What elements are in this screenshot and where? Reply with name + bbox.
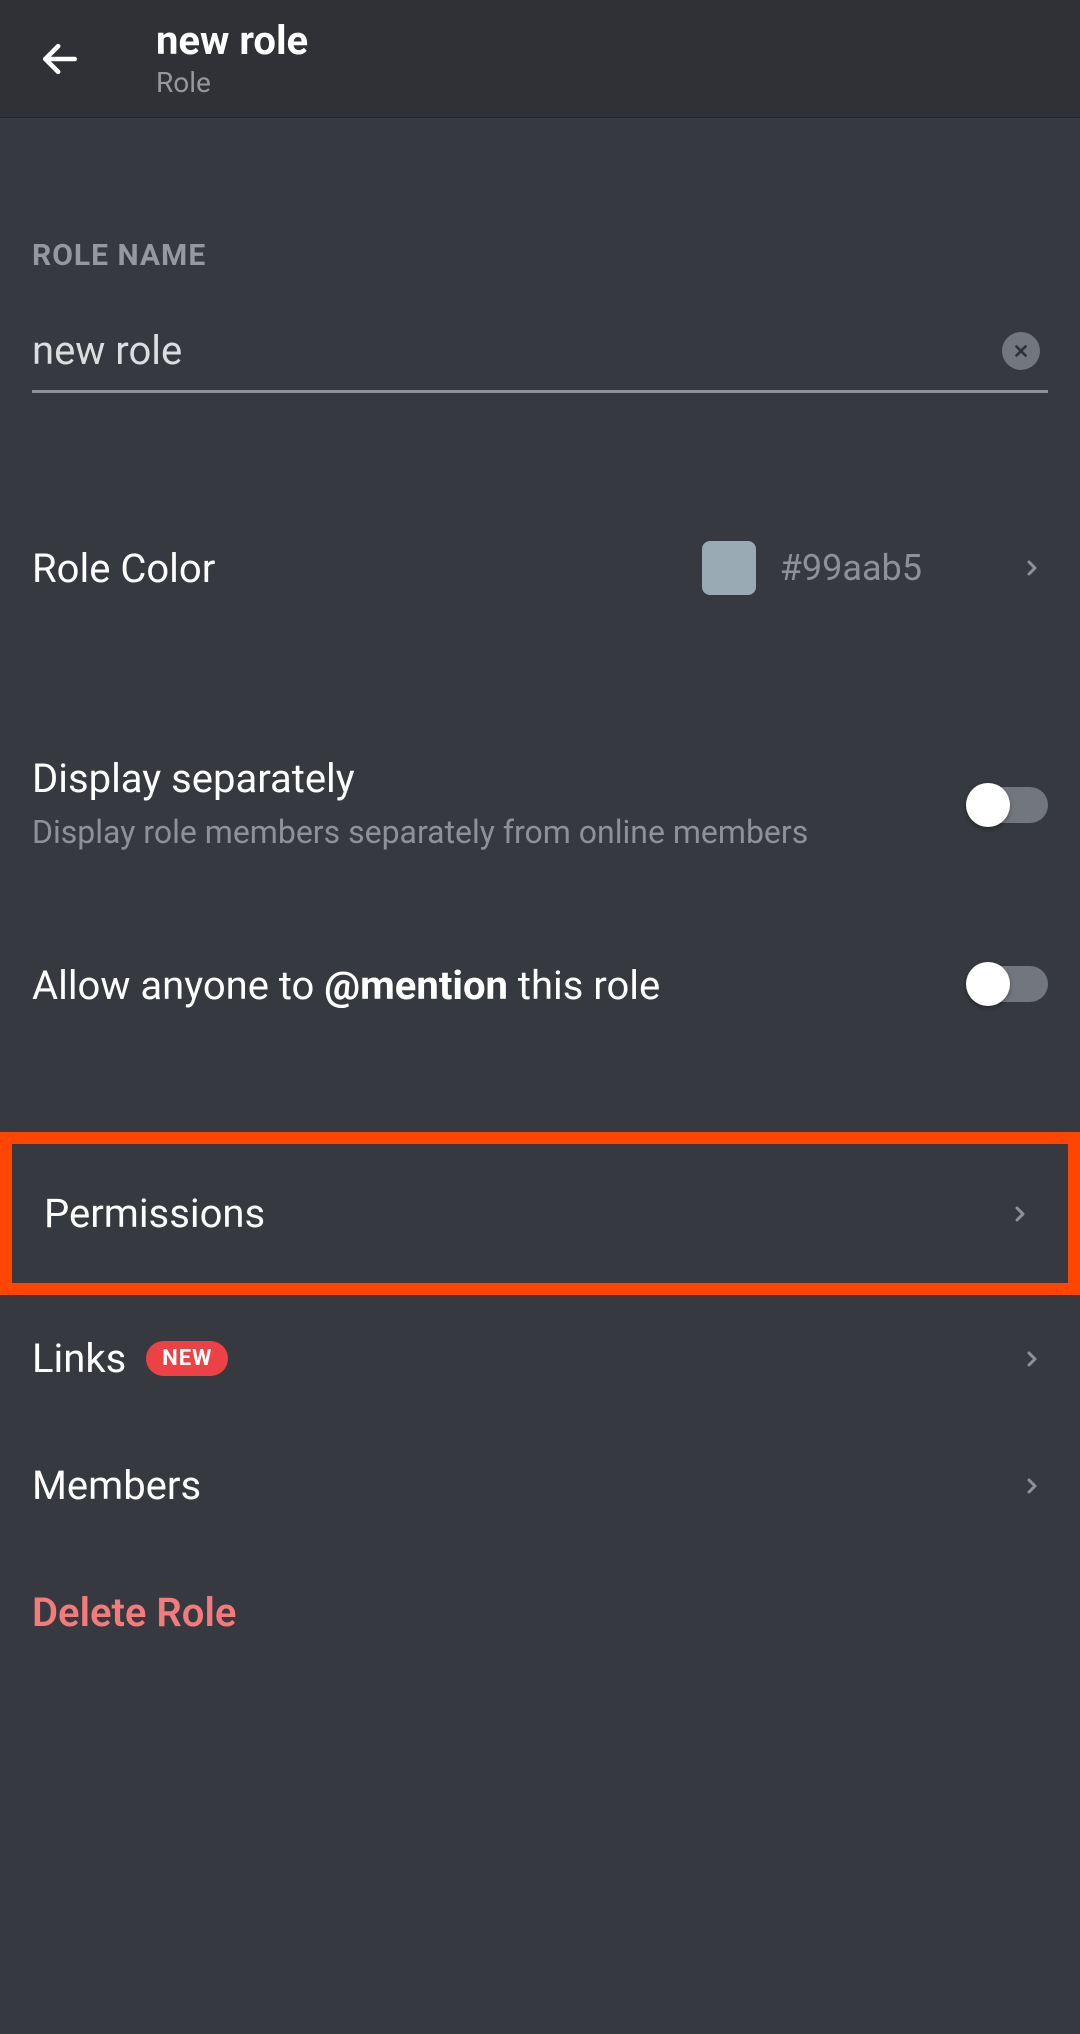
role-color-value: #99aab5 [780,547,922,589]
toggle-knob [966,962,1010,1006]
members-label: Members [32,1462,201,1509]
links-label: Links [32,1335,126,1382]
permissions-label: Permissions [44,1190,265,1237]
back-button[interactable] [32,31,88,87]
header-bar: new role Role [0,0,1080,118]
role-name-label: ROLE NAME [32,238,1048,273]
permissions-highlight: Permissions [0,1132,1080,1295]
display-separately-row: Display separately Display role members … [32,733,1048,874]
display-separately-title: Display separately [32,753,940,805]
chevron-right-icon [1016,1343,1048,1375]
toggle-knob [966,783,1010,827]
chevron-right-icon [1004,1198,1036,1230]
header-text-group: new role Role [156,18,308,99]
page-title: new role [156,18,308,64]
page-subtitle: Role [156,66,308,99]
chevron-right-icon [1016,1470,1048,1502]
role-name-input[interactable] [32,327,1002,374]
new-badge: NEW [146,1341,228,1376]
permissions-row[interactable]: Permissions [32,1190,1048,1237]
allow-mention-row: Allow anyone to @mention this role [32,940,1048,1032]
allow-mention-title: Allow anyone to @mention this role [32,960,940,1012]
color-swatch [702,541,756,595]
links-row[interactable]: Links NEW [32,1295,1048,1422]
members-row[interactable]: Members [32,1422,1048,1549]
mention-prefix: Allow anyone to [32,962,324,1009]
display-separately-description: Display role members separately from onl… [32,811,940,854]
arrow-left-icon [38,37,82,81]
display-separately-toggle[interactable] [970,787,1048,823]
mention-bold: @mention [324,962,508,1009]
role-color-row[interactable]: Role Color #99aab5 [32,523,1048,613]
role-name-field-row [32,327,1048,393]
clear-input-button[interactable] [1002,332,1040,370]
allow-mention-toggle[interactable] [970,966,1048,1002]
role-color-label: Role Color [32,545,215,592]
delete-role-label: Delete Role [32,1589,1048,1636]
chevron-right-icon [1016,552,1048,584]
mention-suffix: this role [508,962,660,1009]
delete-role-row[interactable]: Delete Role [32,1549,1048,1676]
close-icon [1012,342,1030,360]
